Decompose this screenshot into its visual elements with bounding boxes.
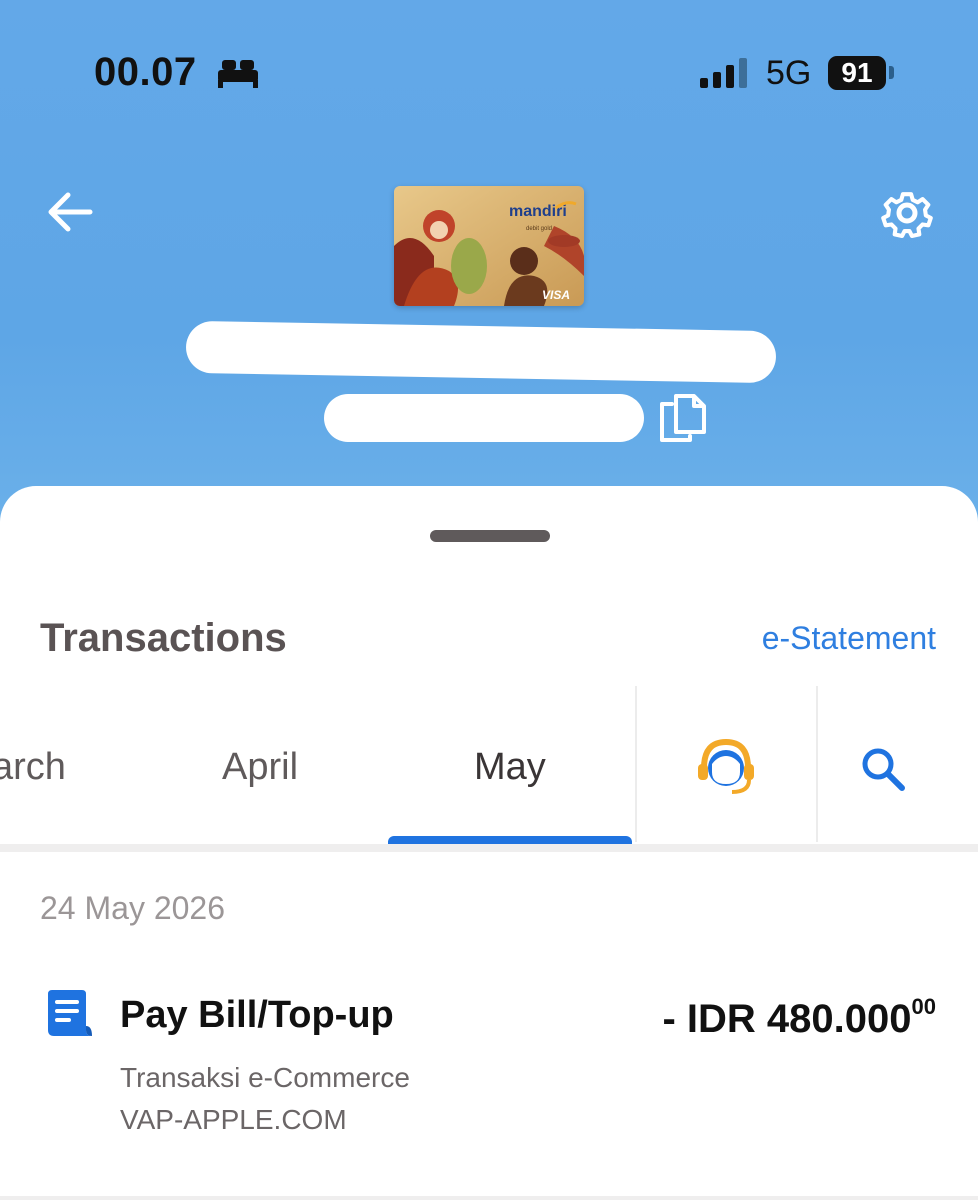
transaction-date-header: 24 May 2026 [40, 890, 226, 926]
svg-text:debit gold: debit gold [526, 226, 552, 232]
signal-bars-icon [700, 58, 747, 88]
account-name-redacted [185, 320, 777, 384]
transactions-title: Transactions [40, 616, 287, 660]
battery-icon: 91 [828, 56, 886, 90]
copy-icon[interactable] [658, 392, 708, 444]
arrow-left-icon[interactable] [46, 190, 94, 234]
status-time: 00.07 [94, 50, 197, 94]
tab-may[interactable]: May [474, 746, 546, 789]
tabs-separator [0, 844, 978, 852]
tab-divider [816, 686, 818, 842]
customer-service-icon[interactable] [694, 734, 758, 798]
gear-icon[interactable] [880, 186, 934, 240]
transaction-amount-cents: 00 [911, 994, 936, 1019]
transaction-title: Pay Bill/Top-up [120, 994, 394, 1036]
transaction-merchant: VAP-APPLE.COM [120, 1104, 347, 1135]
account-header: 00.07 5G 91 mandiri debit gold VISA [0, 0, 978, 560]
network-label: 5G [766, 54, 812, 92]
svg-text:VISA: VISA [542, 288, 570, 302]
e-statement-link[interactable]: e-Statement [762, 620, 936, 657]
active-tab-indicator [388, 836, 632, 844]
transaction-row[interactable]: Pay Bill/Top-up - IDR 480.00000 Transaks… [0, 980, 978, 1150]
tab-april[interactable]: April [222, 746, 298, 789]
receipt-icon [48, 990, 92, 1036]
account-number-redacted [324, 394, 644, 442]
transaction-description: Transaksi e-Commerce [120, 1062, 410, 1093]
sheet-drag-handle[interactable] [430, 530, 550, 542]
transaction-amount-main: - IDR 480.000 [662, 997, 912, 1041]
transaction-amount: - IDR 480.00000 [662, 994, 936, 1042]
search-icon[interactable] [860, 746, 906, 792]
tab-divider [635, 686, 637, 842]
tab-march[interactable]: arch [0, 746, 66, 789]
battery-tip [889, 66, 894, 79]
bed-icon [218, 60, 258, 88]
row-divider [0, 1196, 978, 1200]
debit-card-image: mandiri debit gold VISA [394, 186, 584, 306]
month-tabs: arch April May [0, 686, 978, 844]
